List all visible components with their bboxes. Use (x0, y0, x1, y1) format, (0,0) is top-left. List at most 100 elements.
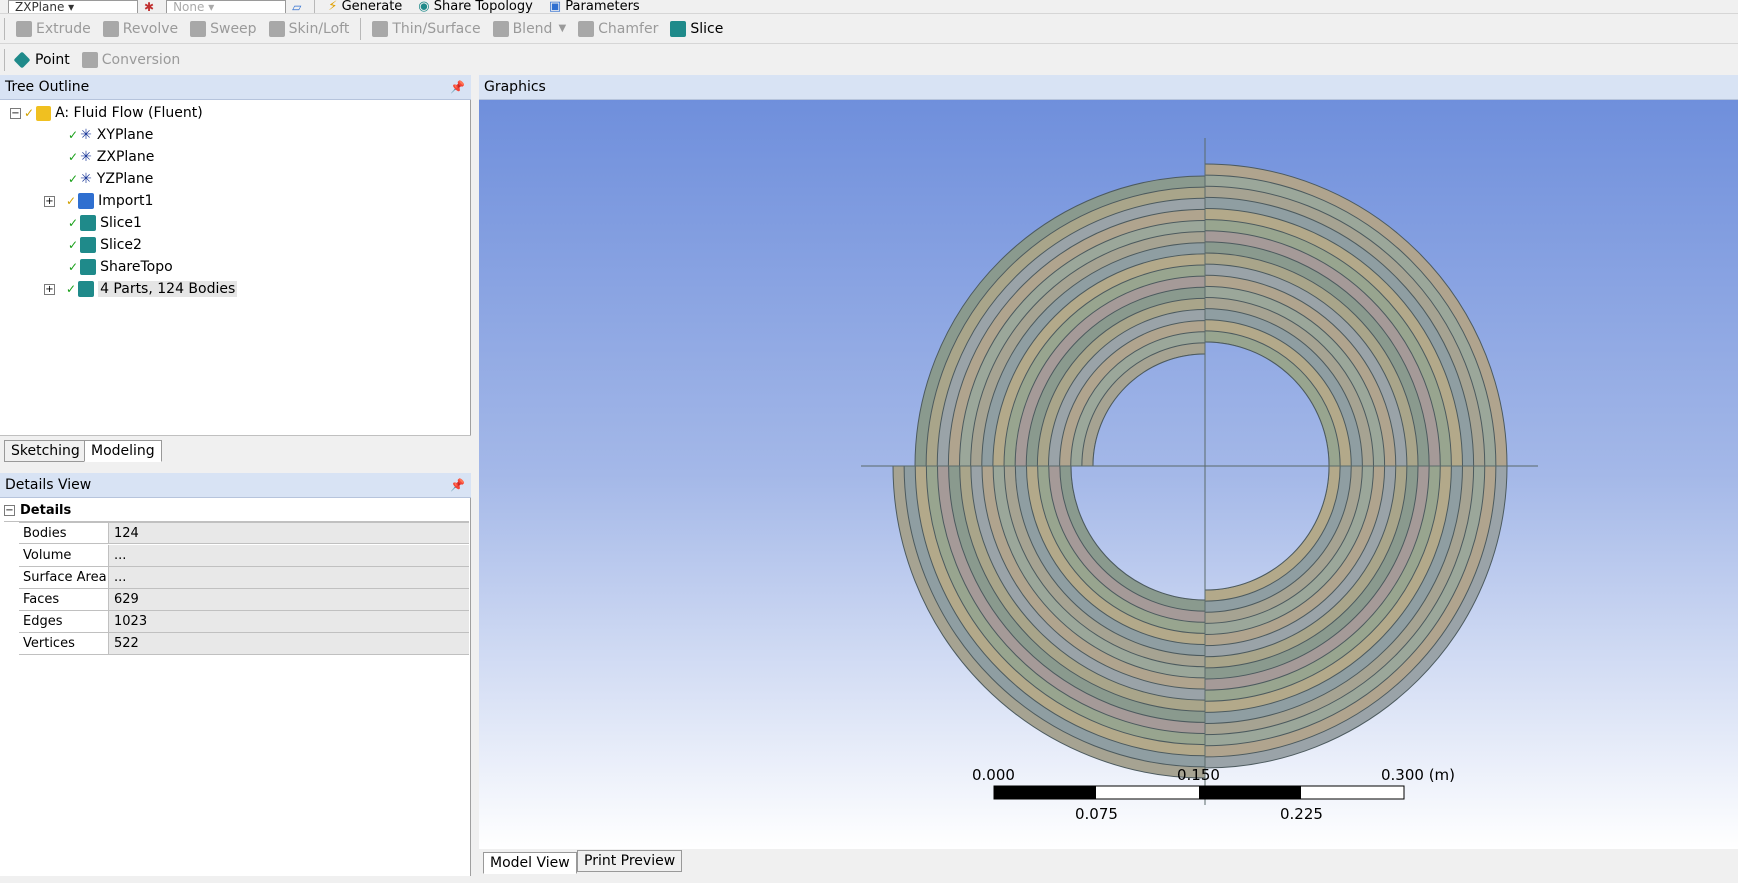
tree-item-import1[interactable]: + ✓ Import1 (44, 190, 153, 212)
chamfer-label: Chamfer (598, 20, 659, 37)
scale-label: 0.150 (1177, 766, 1220, 784)
model-geometry[interactable]: 0.000 0.150 0.300 (m) 0.075 0.225 (479, 100, 1738, 849)
skin-loft-button[interactable]: Skin/Loft (263, 17, 356, 41)
share-topology-icon (80, 259, 97, 275)
extrude-icon (16, 20, 32, 37)
parts-icon (78, 281, 95, 297)
graphics-viewport[interactable]: 0.000 0.150 0.300 (m) 0.075 0.225 (479, 100, 1738, 849)
skin-loft-icon (268, 20, 285, 37)
generate-label: Generate (341, 0, 403, 14)
tree-outline: − ✓ A: Fluid Flow (Fluent) ✓ ✳ XYPlane ✓… (0, 100, 471, 435)
details-row-faces[interactable]: Faces 629 (19, 589, 469, 611)
import-icon (78, 193, 95, 209)
slice-button[interactable]: Slice (664, 17, 729, 41)
collapse-icon[interactable]: − (10, 107, 21, 119)
pin-icon[interactable]: 📌 (450, 473, 465, 497)
tree-item-sharetopo[interactable]: ✓ ShareTopo (68, 256, 173, 278)
graphics-title: Graphics (484, 79, 546, 95)
slice-icon (80, 237, 97, 253)
revolve-icon (102, 20, 119, 37)
revolve-label: Revolve (122, 20, 179, 37)
tree-item-label: YZPlane (96, 171, 154, 187)
parameters-icon: ▣ (548, 0, 562, 14)
tree-item-label: 4 Parts, 124 Bodies (98, 281, 238, 297)
slice-icon (80, 215, 97, 231)
blend-icon (492, 20, 509, 37)
slice-label: Slice (690, 20, 724, 37)
chamfer-button[interactable]: Chamfer (572, 17, 664, 41)
check-icon: ✓ (68, 216, 79, 230)
point-button[interactable]: Point (10, 48, 76, 72)
axis-icon[interactable]: ✱ (144, 0, 154, 13)
details-group[interactable]: − Details (4, 500, 469, 522)
tree-item-zxplane[interactable]: ✓ ✳ ZXPlane (68, 146, 154, 168)
expand-icon[interactable]: + (44, 195, 55, 207)
check-icon: ✓ (24, 106, 35, 120)
details-value: 124 (109, 523, 469, 543)
tree-item-label: XYPlane (96, 127, 154, 143)
tree-root-label: A: Fluid Flow (Fluent) (55, 105, 203, 121)
conversion-button[interactable]: Conversion (76, 48, 187, 72)
thin-surface-button[interactable]: Thin/Surface (366, 17, 486, 41)
slice-icon (670, 20, 687, 37)
tree-item-yzplane[interactable]: ✓ ✳ YZPlane (68, 168, 153, 190)
tab-model-view[interactable]: Model View (483, 852, 577, 874)
check-icon: ✓ (68, 128, 79, 142)
expand-icon[interactable]: + (44, 283, 55, 295)
details-key: Edges (19, 611, 109, 632)
blend-label: Blend (512, 20, 553, 37)
tree-item-parts[interactable]: + ✓ 4 Parts, 124 Bodies (44, 278, 238, 300)
tree-item-slice2[interactable]: ✓ Slice2 (68, 234, 142, 256)
tab-modeling[interactable]: Modeling (84, 440, 162, 462)
pin-icon[interactable]: 📌 (450, 75, 465, 99)
new-sketch-icon[interactable]: ▱ (292, 0, 301, 13)
details-row-volume[interactable]: Volume... (19, 545, 469, 567)
chamfer-icon (578, 20, 595, 37)
details-value: ... (109, 567, 469, 588)
details-key: Bodies (19, 523, 109, 543)
details-key: Faces (19, 589, 109, 610)
details-key: Vertices (19, 633, 109, 654)
blend-button[interactable]: Blend ▼ (487, 17, 573, 41)
sketch-select[interactable]: None ▾ (166, 0, 287, 13)
tree-item-xyplane[interactable]: ✓ ✳ XYPlane (68, 124, 153, 146)
details-row-bodies[interactable]: Bodies 124 (19, 522, 469, 544)
tab-print-preview[interactable]: Print Preview (577, 850, 683, 872)
tree-outline-header: Tree Outline 📌 (0, 75, 471, 100)
scale-label: 0.225 (1280, 805, 1323, 823)
tree-item-slice1[interactable]: ✓ Slice1 (68, 212, 142, 234)
details-view-header: Details View 📌 (0, 473, 471, 498)
share-topology-button[interactable]: ◉ Share Topology (418, 0, 533, 14)
collapse-icon[interactable]: − (4, 505, 15, 516)
plane-icon: ✳ (80, 149, 92, 165)
thin-surface-label: Thin/Surface (392, 20, 481, 37)
plane-select[interactable]: ZXPlane ▾ (8, 0, 138, 13)
conversion-label: Conversion (101, 51, 181, 68)
chevron-down-icon[interactable]: ▼ (558, 23, 566, 34)
extrude-button[interactable]: Extrude (10, 17, 97, 41)
parameters-button[interactable]: ▣ Parameters (548, 0, 640, 14)
details-row-edges[interactable]: Edges 1023 (19, 611, 469, 633)
top-toolbar: ZXPlane ▾ ✱ None ▾ ▱ ⚡ Generate ◉ Share … (0, 0, 1738, 14)
thin-surface-icon (372, 20, 389, 37)
conversion-icon (81, 51, 98, 68)
tree-item-label: ZXPlane (96, 149, 155, 165)
sweep-button[interactable]: Sweep (184, 17, 262, 41)
generate-button[interactable]: ⚡ Generate (328, 0, 403, 14)
share-topology-label: Share Topology (433, 0, 533, 14)
extrude-label: Extrude (36, 20, 91, 37)
revolve-button[interactable]: Revolve (97, 17, 184, 41)
tree-item-label: Import1 (98, 193, 154, 209)
tree-root[interactable]: − ✓ A: Fluid Flow (Fluent) (10, 102, 203, 124)
point-icon (13, 51, 31, 68)
view-tabs: Model View Print Preview (479, 849, 1738, 876)
tools-toolbar: Point Conversion (0, 44, 1738, 75)
check-icon: ✓ (66, 194, 77, 208)
tab-sketching[interactable]: Sketching (4, 440, 87, 462)
tree-item-label: Slice1 (100, 215, 142, 231)
mode-tabs: Sketching Modeling (0, 435, 471, 465)
details-row-vertices[interactable]: Vertices 522 (19, 633, 469, 655)
check-icon: ✓ (68, 238, 79, 252)
plane-icon: ✳ (80, 171, 92, 187)
details-row-surface-area[interactable]: Surface Area... (19, 567, 469, 589)
